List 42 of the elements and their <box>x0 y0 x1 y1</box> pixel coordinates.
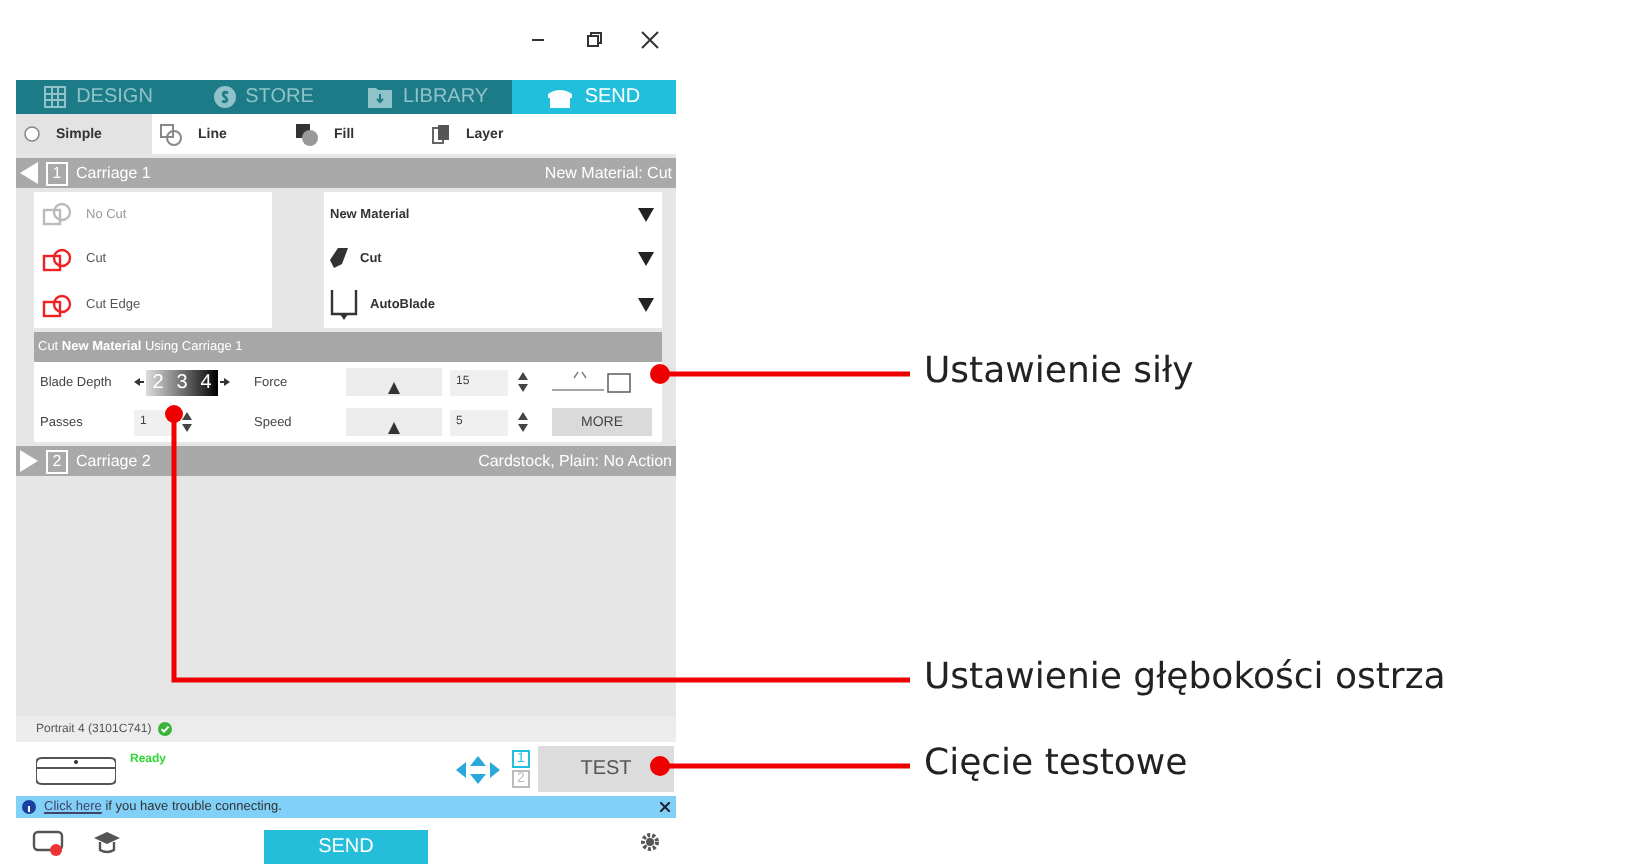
carriage-number: 2 <box>46 449 68 473</box>
info-icon <box>22 800 36 814</box>
callout-label: Cięcie testowe <box>924 742 1188 784</box>
spinner-icon[interactable] <box>182 410 192 434</box>
dropdown-arrow-icon[interactable] <box>638 207 654 222</box>
slider[interactable] <box>346 408 442 436</box>
test-button[interactable]: TEST <box>538 746 674 792</box>
dropdown-arrow-icon[interactable] <box>638 252 654 267</box>
fill-mode-icon <box>296 123 318 145</box>
blade-icon <box>330 248 348 271</box>
radio-icon <box>24 126 40 142</box>
blade-gap-icon <box>552 370 632 394</box>
line-mode-icon <box>160 123 182 145</box>
carriage-title: Carriage 1 <box>76 164 151 182</box>
cut-shape-icon <box>42 247 74 272</box>
grid-icon <box>44 86 67 108</box>
store-icon <box>213 86 236 108</box>
layer-icon <box>432 124 450 144</box>
cutter-icon <box>546 87 575 107</box>
carriage-number: 1 <box>46 161 68 185</box>
move-arrows-icon[interactable] <box>456 755 500 783</box>
graduation-cap-icon[interactable] <box>94 829 120 853</box>
blade-depth-dial[interactable]: 2 3 4 <box>146 369 218 395</box>
carriage-summary: Cardstock, Plain: No Action <box>478 452 672 470</box>
blade-holder-icon <box>330 289 358 322</box>
slider[interactable] <box>346 368 442 396</box>
spinner-icon[interactable] <box>518 410 528 434</box>
cut-shape-icon <box>42 202 74 227</box>
carriage-summary: New Material: Cut <box>544 164 672 182</box>
left-arrow-icon[interactable] <box>134 378 144 386</box>
callout-label: Ustawienie głębokości ostrza <box>924 656 1446 698</box>
cutter-icon <box>36 753 116 785</box>
folder-icon <box>368 86 393 108</box>
close-icon[interactable] <box>636 26 664 54</box>
right-arrow-icon[interactable] <box>220 378 230 386</box>
spinner-icon[interactable] <box>518 370 528 394</box>
dropdown-arrow-icon[interactable] <box>638 298 654 313</box>
callout-label: Ustawienie siły <box>924 350 1194 392</box>
settings-icon[interactable] <box>640 831 660 851</box>
carriage-title: Carriage 2 <box>76 452 151 470</box>
close-icon[interactable] <box>660 802 670 812</box>
cut-shape-icon <box>42 293 74 318</box>
